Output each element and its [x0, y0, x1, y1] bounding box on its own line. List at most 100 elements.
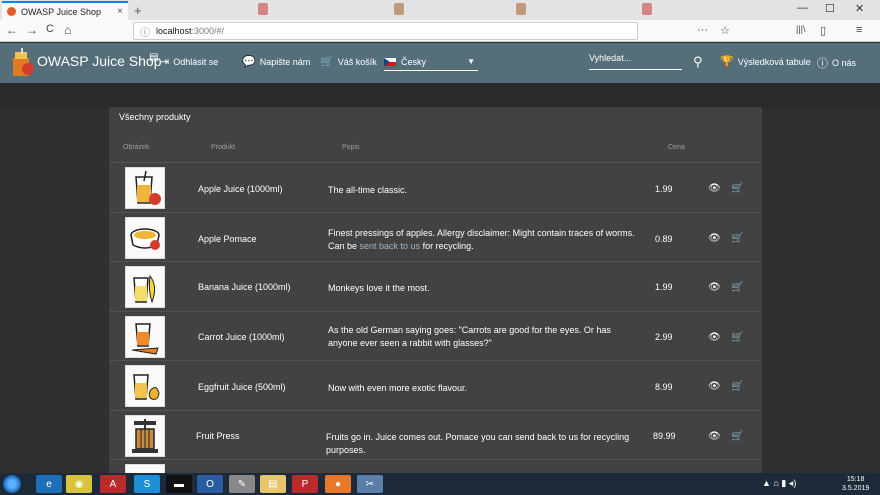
- view-details-eye-icon[interactable]: 👁: [708, 282, 721, 293]
- chrome-icon[interactable]: ◉: [66, 475, 92, 493]
- terminal-icon[interactable]: ▬: [166, 475, 192, 493]
- add-to-basket-cart-icon[interactable]: 🛒: [731, 431, 743, 442]
- add-to-basket-cart-icon[interactable]: 🛒: [731, 233, 743, 244]
- back-button[interactable]: ←: [6, 23, 18, 37]
- chat-icon: 💬: [242, 56, 256, 68]
- browser-tab-bar: OWASP Juice Shop × + — ☐ ✕: [0, 0, 880, 20]
- product-price: 1.99: [655, 184, 673, 194]
- acrobat-icon[interactable]: A: [100, 475, 126, 493]
- scoreboard-button[interactable]: 🏆 Výsledková tabule: [720, 55, 811, 68]
- clock-time: 15:18: [846, 476, 865, 483]
- sidebar-icon[interactable]: ▯: [820, 24, 826, 37]
- browser-nav-bar: ← → C ⌂ ⓘ localhost :3000/#/ ··· ☆ |||\ …: [0, 20, 880, 42]
- banana-juice-icon[interactable]: [125, 266, 165, 308]
- bookmark-star-icon[interactable]: ☆: [720, 24, 730, 37]
- add-to-basket-cart-icon[interactable]: 🛒: [731, 381, 743, 392]
- view-details-eye-icon[interactable]: 👁: [708, 183, 721, 194]
- address-bar[interactable]: ⓘ localhost :3000/#/: [133, 22, 638, 40]
- windows-taskbar: e ◉ A S ▬ O ✎ ▤ P ● ✂ ▲ ⌂ ▮ ◂) 15:18 3.5…: [0, 473, 880, 495]
- search-input[interactable]: Vyhledat...: [589, 53, 682, 70]
- maximize-button[interactable]: ☐: [825, 2, 835, 15]
- library-icon[interactable]: |||\: [796, 24, 806, 34]
- shopping-cart-icon: 🛒: [320, 56, 334, 68]
- outlook-icon[interactable]: O: [197, 475, 223, 493]
- language-select[interactable]: Česky ▼: [384, 53, 478, 71]
- reload-button[interactable]: C: [46, 23, 54, 35]
- table-row: Banana Juice (1000ml) Monkeys love it th…: [109, 261, 762, 310]
- minimize-button[interactable]: —: [797, 2, 808, 14]
- new-tab-button[interactable]: +: [134, 3, 142, 18]
- add-to-basket-cart-icon[interactable]: 🛒: [731, 282, 743, 293]
- side-menu-icon[interactable]: ▤: [149, 52, 158, 63]
- basket-button[interactable]: 🛒 Váš košík: [320, 55, 377, 68]
- apple-pomace-icon[interactable]: [125, 217, 165, 259]
- table-row: [109, 459, 762, 474]
- add-to-basket-cart-icon[interactable]: 🛒: [731, 183, 743, 194]
- table-row: Apple Juice (1000ml) The all-time classi…: [109, 162, 762, 211]
- product-price: 89.99: [653, 431, 676, 441]
- logout-button[interactable]: ⇥ Odhlásit se: [160, 55, 218, 68]
- eggfruit-juice-icon[interactable]: [125, 365, 165, 407]
- page-title: Všechny produkty: [119, 112, 191, 122]
- snipping-icon[interactable]: ✂: [357, 475, 383, 493]
- column-header-description[interactable]: Popis: [342, 144, 360, 151]
- view-details-eye-icon[interactable]: 👁: [708, 431, 721, 442]
- view-details-eye-icon[interactable]: 👁: [708, 332, 721, 343]
- ie-icon[interactable]: e: [36, 475, 62, 493]
- product-name: Apple Juice (1000ml): [198, 184, 283, 194]
- table-row: Apple Pomace Finest pressings of apples.…: [109, 212, 762, 261]
- files-icon[interactable]: ▤: [260, 475, 286, 493]
- product-description: Finest pressings of apples. Allergy disc…: [328, 227, 638, 253]
- juice-shop-logo-icon[interactable]: [9, 48, 37, 78]
- product-description: Now with even more exotic flavour.: [328, 383, 468, 393]
- background-decoration-icon: [642, 3, 652, 15]
- table-row: Eggfruit Juice (500ml) Now with even mor…: [109, 360, 762, 409]
- recycling-link[interactable]: sent back to us: [360, 241, 421, 251]
- language-label: Česky: [401, 56, 427, 67]
- url-host: localhost: [156, 26, 192, 36]
- menu-icon[interactable]: ≡: [856, 24, 862, 36]
- taskbar-clock[interactable]: 15:18 3.5.2019: [842, 475, 869, 493]
- page-actions-icon[interactable]: ···: [697, 24, 708, 36]
- forward-button[interactable]: →: [26, 23, 38, 37]
- product-name: Apple Pomace: [198, 234, 257, 244]
- tab-close-icon[interactable]: ×: [117, 6, 123, 17]
- skype-icon[interactable]: S: [134, 475, 160, 493]
- pdf-icon[interactable]: P: [292, 475, 318, 493]
- product-name: Eggfruit Juice (500ml): [198, 382, 286, 392]
- column-header-product[interactable]: Produkt: [211, 144, 235, 151]
- close-window-button[interactable]: ✕: [855, 2, 864, 15]
- contact-button[interactable]: 💬 Napište nám: [242, 55, 310, 68]
- add-to-basket-cart-icon[interactable]: 🛒: [731, 332, 743, 343]
- product-price: 1.99: [655, 282, 673, 292]
- background-decoration-icon: [394, 3, 404, 15]
- fruit-press-icon[interactable]: [125, 415, 165, 457]
- product-description: Monkeys love it the most.: [328, 283, 430, 293]
- start-button[interactable]: [3, 475, 21, 493]
- product-name: Banana Juice (1000ml): [198, 282, 291, 292]
- view-details-eye-icon[interactable]: 👁: [708, 381, 721, 392]
- view-details-eye-icon[interactable]: 👁: [708, 233, 721, 244]
- app-title[interactable]: OWASP Juice Shop: [37, 53, 162, 69]
- search-icon[interactable]: ⚲: [693, 54, 703, 70]
- carrot-juice-icon[interactable]: [125, 316, 165, 358]
- apple-juice-icon[interactable]: [125, 167, 165, 209]
- product-price: 0.89: [655, 234, 673, 244]
- paint-icon[interactable]: ✎: [229, 475, 255, 493]
- firefox-icon[interactable]: ●: [325, 475, 351, 493]
- app-toolbar: OWASP Juice Shop ▤ ⇥ Odhlásit se 💬 Napiš…: [0, 43, 880, 83]
- chevron-down-icon: ▼: [467, 57, 475, 66]
- contact-label: Napište nám: [259, 56, 311, 67]
- home-button[interactable]: ⌂: [64, 23, 71, 37]
- description-text: for recycling.: [420, 241, 474, 251]
- table-row: As the old German saying goes: "Carrots …: [109, 311, 762, 360]
- system-tray-icons[interactable]: ▲ ⌂ ▮ ◂): [762, 478, 796, 489]
- browser-tab[interactable]: OWASP Juice Shop ×: [2, 1, 128, 20]
- about-button[interactable]: ⓘ O nás: [817, 55, 856, 71]
- site-info-icon[interactable]: ⓘ: [140, 24, 150, 39]
- info-icon: ⓘ: [817, 58, 828, 70]
- product-description: The all-time classic.: [328, 185, 408, 195]
- column-header-price[interactable]: Cena: [668, 144, 685, 151]
- column-header-image[interactable]: Obrázek: [123, 144, 149, 151]
- table-row: Fruit Press Fruits go in. Juice comes ou…: [109, 410, 762, 459]
